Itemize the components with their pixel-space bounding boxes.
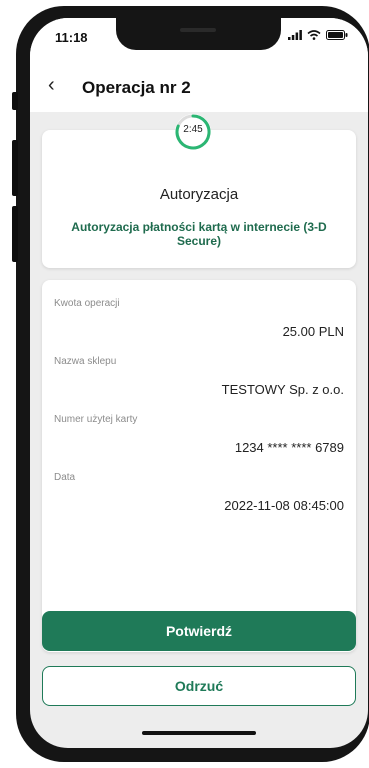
detail-value: 2022-11-08 08:45:00 [224,498,344,513]
phone-side-button [12,92,18,110]
home-indicator[interactable] [142,731,256,735]
detail-value: 25.00 PLN [282,324,344,339]
phone-side-button [12,206,18,262]
detail-label: Data [54,472,76,483]
timer-value: 2:45 [183,124,203,135]
signal-icon [288,30,302,40]
page-title: Operacja nr 2 [82,78,191,97]
confirm-button[interactable]: Potwierdź [42,611,356,651]
header: ‹ Operacja nr 2 [30,62,368,112]
status-icons [288,30,348,40]
authorization-subtitle: Autoryzacja płatności kartą w internecie… [71,220,327,248]
reject-button[interactable]: Odrzuć [42,666,356,706]
authorization-title: Autoryzacja [159,186,239,203]
battery-icon [326,30,348,40]
countdown-timer: 2:45 [173,112,213,152]
detail-label: Nazwa sklepu [54,356,117,367]
wifi-icon [307,30,321,40]
notch [116,18,281,50]
chevron-left-icon[interactable]: ‹ [48,74,55,97]
phone-side-button [12,140,18,196]
phone-screen: 11:18 ‹ Operacja nr 2 Autoryzacja Autory… [30,18,368,748]
speaker [180,28,216,32]
detail-value: TESTOWY Sp. z o.o. [221,382,344,397]
status-bar: 11:18 [30,18,368,62]
detail-label: Numer użytej karty [54,414,138,425]
detail-value: 1234 **** **** 6789 [234,440,344,455]
status-time: 11:18 [55,30,88,45]
detail-label: Kwota operacji [54,298,120,309]
details-card: Kwota operacji 25.00 PLN Nazwa sklepu TE… [42,280,356,652]
